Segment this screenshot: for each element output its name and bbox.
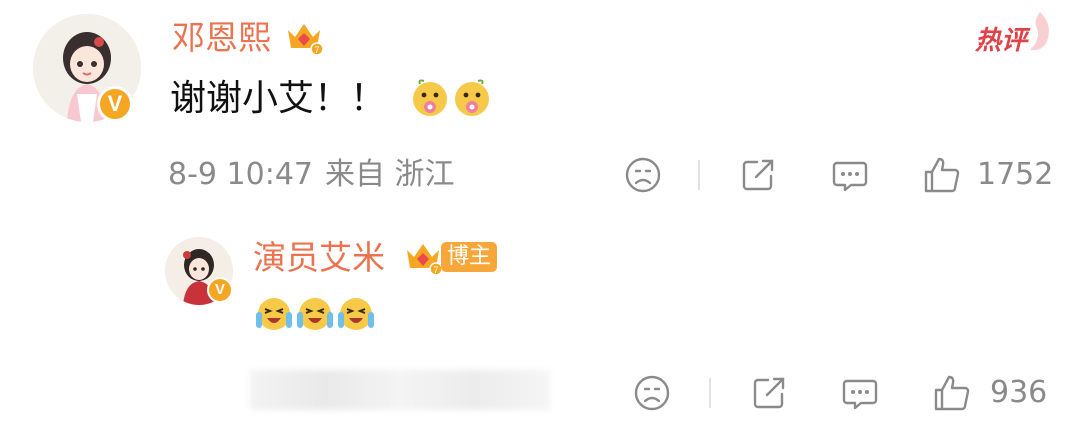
comment-icon[interactable] (831, 157, 869, 195)
laugh-cry-emoji (336, 294, 376, 334)
svg-text:7: 7 (433, 265, 438, 275)
reply-verified-badge: V (207, 277, 233, 303)
action-divider (698, 160, 700, 190)
hug-flower-emoji (452, 78, 492, 118)
reply-like-icon[interactable] (932, 373, 972, 413)
reply-share-icon[interactable] (750, 374, 788, 412)
verified-badge: V (97, 86, 133, 122)
laugh-cry-emoji (254, 294, 294, 334)
like-icon[interactable] (922, 155, 962, 195)
laugh-cry-emoji (295, 294, 335, 334)
comment-text: 谢谢小艾！！ (170, 78, 387, 119)
svg-text:7: 7 (314, 45, 319, 55)
reply-like-count: 936 (990, 375, 1048, 410)
comment-location: 来自 浙江 (325, 157, 455, 192)
reply-meta-redacted (250, 370, 550, 410)
like-count: 1752 (977, 157, 1054, 192)
share-icon[interactable] (739, 156, 777, 194)
crown-badge-icon: 7 (284, 16, 324, 56)
hot-flame-icon (1018, 8, 1056, 54)
reply-comment-icon[interactable] (841, 375, 879, 413)
commenter-username[interactable]: 邓恩熙 (172, 18, 271, 58)
hug-flower-emoji (410, 78, 450, 118)
comment-timestamp: 8-9 10:47 (168, 157, 313, 192)
reply-crown-badge-icon: 7 (403, 236, 443, 276)
dislike-icon[interactable] (624, 156, 662, 194)
reply-action-divider (709, 378, 711, 408)
blogger-tag: 博主 (441, 242, 498, 272)
reply-username[interactable]: 演员艾米 (253, 238, 385, 278)
reply-dislike-icon[interactable] (633, 374, 671, 412)
